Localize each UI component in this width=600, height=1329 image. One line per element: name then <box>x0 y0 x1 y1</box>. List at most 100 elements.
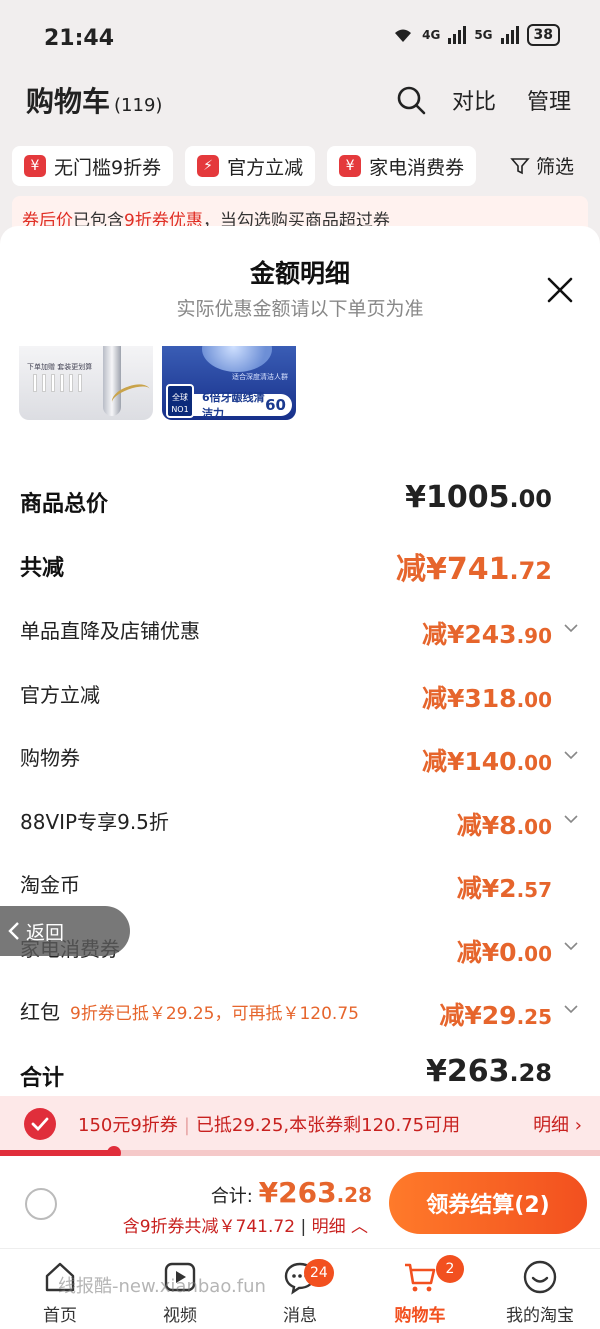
chevron-right-icon: › <box>574 1115 582 1136</box>
row-total-discount: 共减 减¥741.72 <box>20 544 580 587</box>
network-4g-label: 4G <box>422 28 441 42</box>
detail-label: 明细 <box>533 1115 570 1136</box>
coupon-info: 150元9折券 | 已抵29.25,本张券剩120.75可用 <box>78 1111 460 1137</box>
system-icons: 4G 5G 38 <box>392 24 560 46</box>
chip-official-discount[interactable]: ⚡ 官方立减 <box>185 146 316 186</box>
tab-label: 消息 <box>283 1306 317 1326</box>
chip-appliance-voucher[interactable]: ¥ 家电消费券 <box>327 146 477 186</box>
thumb-label: 适合深度清洁人群 <box>232 373 288 381</box>
panel-subtitle: 实际优惠金额请以下单页为准 <box>176 298 424 320</box>
manage-button[interactable]: 管理 <box>527 84 571 116</box>
separator: | <box>183 1115 190 1136</box>
value-int: 减¥8 <box>456 811 517 840</box>
cart-title-text: 购物车 <box>26 85 111 118</box>
tab-label: 我的淘宝 <box>506 1306 574 1326</box>
row-label: 合计 <box>20 1066 65 1091</box>
row-label: 共减 <box>20 556 65 581</box>
coupon-name: 150元9折券 <box>78 1115 178 1136</box>
value-int: 减¥741 <box>395 552 510 587</box>
no1-badge: 全球 NO1 <box>166 384 194 418</box>
check-icon <box>31 1117 49 1132</box>
coupon-desc: 已抵29.25,本张券剩120.75可用 <box>195 1115 461 1136</box>
filter-label: 筛选 <box>535 156 574 178</box>
filter-button[interactable]: 筛选 <box>499 152 574 179</box>
search-icon[interactable] <box>396 85 426 115</box>
wifi-icon <box>395 29 412 42</box>
panel-title: 金额明细 <box>249 259 350 288</box>
value-dec: .72 <box>509 557 552 585</box>
value-dec: .00 <box>509 485 552 513</box>
cart-badge: 2 <box>436 1255 464 1283</box>
savings-line[interactable]: 含9折券共减￥741.72 | 明细 ︿ <box>123 1212 368 1237</box>
tab-my-taobao[interactable]: 我的淘宝 <box>480 1249 600 1329</box>
row-label: 88VIP专享9.5折 <box>20 810 169 834</box>
coupon-icon: ¥ <box>24 155 46 177</box>
value-int: 减¥243 <box>421 620 517 649</box>
total-dec: .28 <box>336 1183 372 1207</box>
product-thumbnail-floss-picks[interactable]: 适合深度清洁人群 6倍牙龈线清洁力 60 全球 NO1 <box>162 346 296 420</box>
watermark: 线报酷-new.xianbao.fun <box>58 1276 266 1297</box>
value-int: ¥263 <box>425 1054 510 1089</box>
coupon-checkbox[interactable] <box>24 1108 56 1140</box>
cart-count: (119) <box>114 95 163 116</box>
value-dec: .00 <box>516 751 552 775</box>
tab-label: 视频 <box>163 1306 197 1326</box>
row-store-discount[interactable]: 单品直降及店铺优惠 减¥243.90 <box>20 609 580 649</box>
amount-detail-panel: 金额明细 实际优惠金额请以下单页为准 下单加赠 套装更划算 适合深度清洁人群 6… <box>0 226 600 1096</box>
row-value: 减¥29.25 <box>439 996 552 1032</box>
row-label: 淘金币 <box>20 873 80 897</box>
lightning-icon: ⚡ <box>197 155 220 177</box>
total-label: 合计: <box>210 1186 253 1207</box>
product-thumbnail-water-flosser[interactable]: 下单加赠 套装更划算 <box>19 346 153 420</box>
value-int: 减¥29 <box>439 1001 517 1030</box>
row-shopping-voucher[interactable]: 购物券 减¥140.00 <box>20 736 580 776</box>
chevron-down-icon[interactable] <box>562 937 580 955</box>
chevron-down-icon[interactable] <box>562 746 580 764</box>
row-88vip-discount[interactable]: 88VIP专享9.5折 减¥8.00 <box>20 800 580 840</box>
profile-icon <box>523 1260 557 1294</box>
total-line: 合计: ¥263.28 <box>211 1176 372 1209</box>
value-int: ¥1005 <box>405 480 510 515</box>
select-all-checkbox[interactable] <box>25 1188 57 1220</box>
row-value: 减¥2.57 <box>457 869 552 905</box>
chip-no-threshold-coupon[interactable]: ¥ 无门槛9折券 <box>12 146 174 186</box>
red-packet-note: 9折券已抵￥29.25，可再抵￥120.75 <box>70 1004 359 1024</box>
row-value: ¥263.28 <box>426 1054 552 1089</box>
coupon-bar: 150元9折券 | 已抵29.25,本张券剩120.75可用 明细 › <box>0 1096 600 1152</box>
row-label: 红包 9折券已抵￥29.25，可再抵￥120.75 <box>20 996 359 1025</box>
row-official-discount: 官方立减 减¥318.00 <box>20 673 580 713</box>
row-label: 单品直降及店铺优惠 <box>20 619 200 643</box>
row-taojinbi: 淘金币 减¥2.57 <box>20 863 580 903</box>
chevron-down-icon[interactable] <box>562 1000 580 1018</box>
back-button[interactable]: 返回 <box>0 906 130 956</box>
value-int: 减¥318 <box>421 684 517 713</box>
row-label: 购物券 <box>20 746 80 770</box>
value-dec: .28 <box>509 1059 552 1087</box>
network-5g-label: 5G <box>474 28 493 42</box>
compare-button[interactable]: 对比 <box>452 84 496 116</box>
value-int: 减¥2 <box>456 874 517 903</box>
value-dec: .90 <box>516 624 552 648</box>
coupon-detail-link[interactable]: 明细 › <box>533 1111 582 1137</box>
nozzle-tips <box>33 374 82 392</box>
chevron-up-icon: ︿ <box>345 1217 368 1237</box>
row-red-packet[interactable]: 红包 9折券已抵￥29.25，可再抵￥120.75 减¥29.25 <box>20 990 580 1030</box>
value-int: 减¥140 <box>421 747 517 776</box>
coupon-icon: ¥ <box>339 155 362 177</box>
close-icon[interactable] <box>544 274 576 306</box>
value-dec: .00 <box>516 942 552 966</box>
back-label: 返回 <box>26 921 65 944</box>
checkout-button[interactable]: 领券结算(2) <box>389 1172 587 1234</box>
cart-icon <box>405 1263 436 1292</box>
chip-label: 官方立减 <box>227 156 304 179</box>
chevron-down-icon[interactable] <box>562 810 580 828</box>
chevron-down-icon[interactable] <box>562 619 580 637</box>
clock: 21:44 <box>44 26 115 51</box>
value-int: 减¥0 <box>456 938 517 967</box>
tab-cart[interactable]: 2 购物车 <box>360 1249 480 1329</box>
signal-icon <box>500 26 519 44</box>
chip-label: 无门槛9折券 <box>54 156 162 179</box>
thumb-number: 60 <box>265 396 286 414</box>
checkout-bar: 合计: ¥263.28 含9折券共减￥741.72 | 明细 ︿ 领券结算(2) <box>0 1156 600 1248</box>
row-value: 减¥140.00 <box>422 742 552 778</box>
